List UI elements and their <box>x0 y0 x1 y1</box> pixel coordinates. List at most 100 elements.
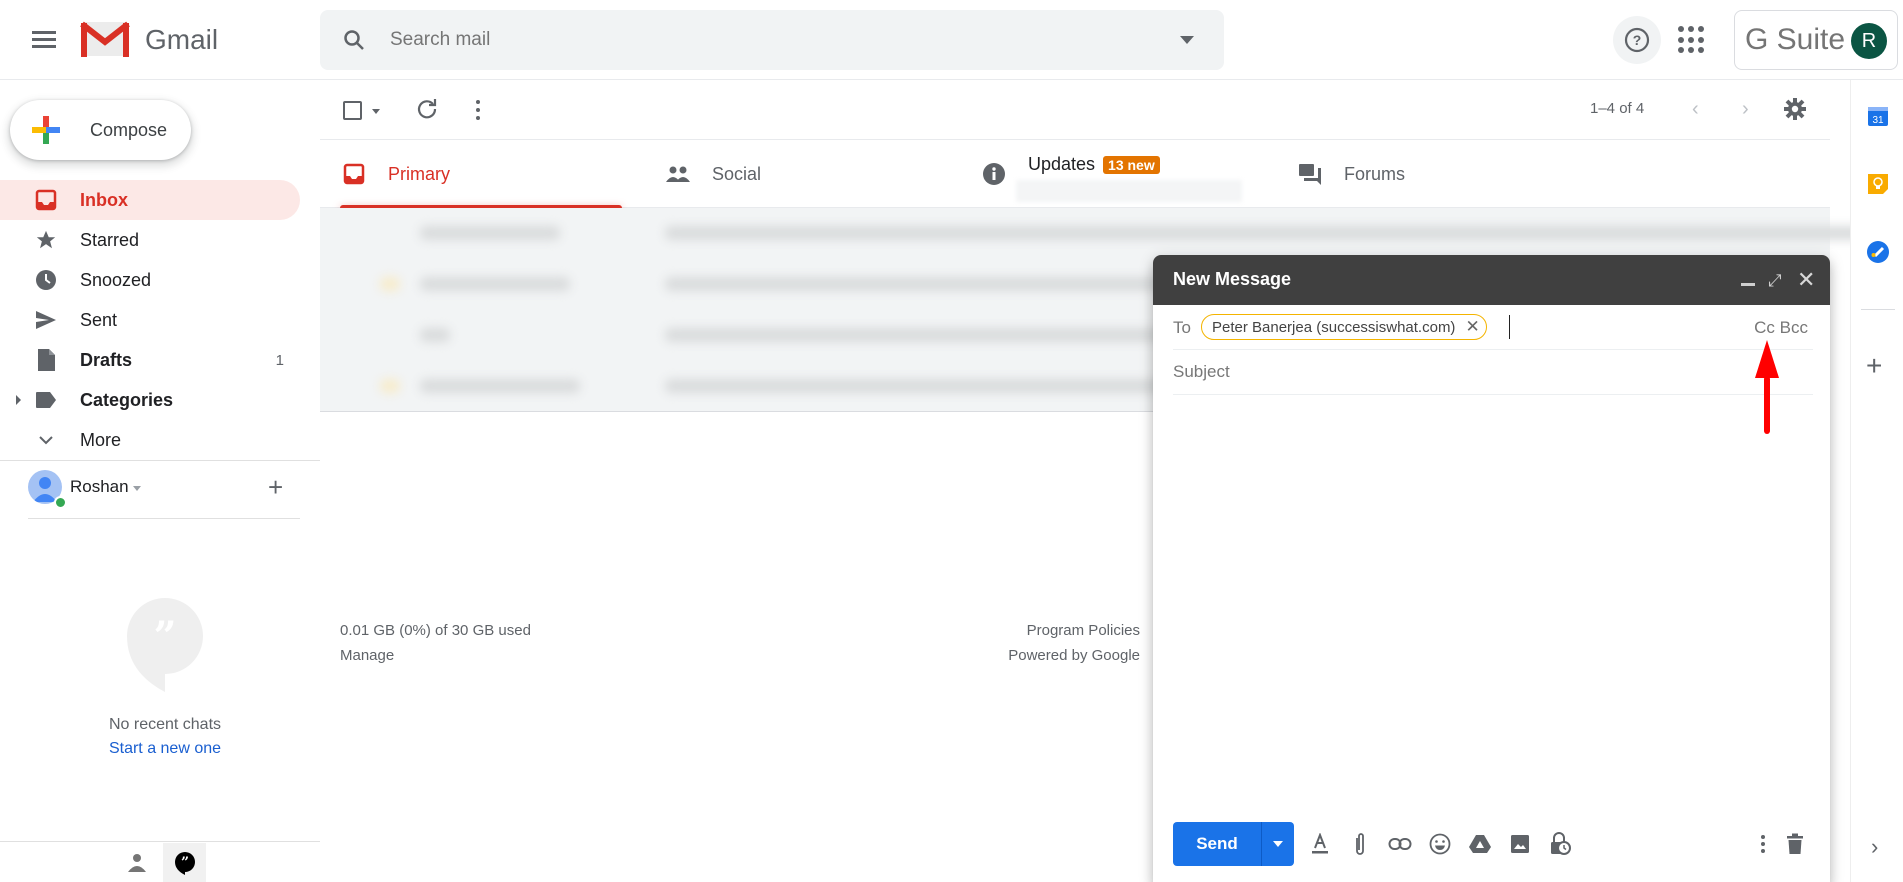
side-panel-rail: 31 + › <box>1850 80 1903 882</box>
send-button-group[interactable]: Send <box>1173 822 1294 866</box>
search-icon[interactable] <box>342 28 366 57</box>
inbox-icon <box>342 162 366 186</box>
remove-recipient-icon[interactable]: ✕ <box>1465 317 1479 337</box>
divider <box>1861 309 1895 310</box>
compose-header[interactable]: New Message ⤢ ✕ <box>1153 255 1830 305</box>
sidebar-item-sent[interactable]: Sent <box>0 300 300 340</box>
tab-forums[interactable]: Forums <box>1286 140 1578 208</box>
clock-icon <box>34 268 58 292</box>
app-name: Gmail <box>145 24 219 55</box>
user-status-caret-icon[interactable] <box>133 486 141 491</box>
gsuite-account-button[interactable]: G Suite R <box>1734 10 1898 70</box>
show-side-panel-chevron-icon[interactable]: › <box>1871 834 1878 860</box>
formatting-options-icon[interactable] <box>1308 832 1332 856</box>
svg-text:”: ” <box>180 855 188 871</box>
footer-links: Program Policies Powered by Google <box>960 618 1140 668</box>
fullscreen-icon[interactable]: ⤢ <box>1768 271 1782 291</box>
apps-grid-icon[interactable] <box>1678 26 1706 54</box>
sidebar-item-label: Snoozed <box>80 269 152 290</box>
select-dropdown-icon[interactable] <box>372 109 380 114</box>
cc-link[interactable]: Cc <box>1754 318 1775 337</box>
sidebar-item-starred[interactable]: Starred <box>0 220 300 260</box>
program-policies-link[interactable]: Program Policies <box>960 618 1140 643</box>
search-input[interactable] <box>390 24 1150 56</box>
svg-text:31: 31 <box>1872 115 1884 126</box>
subject-input[interactable] <box>1173 350 1813 394</box>
more-options-icon[interactable] <box>1751 832 1775 856</box>
inbox-icon <box>34 188 58 212</box>
confidential-mode-icon[interactable] <box>1548 832 1572 856</box>
people-icon <box>666 162 690 186</box>
tab-primary[interactable]: Primary <box>330 140 622 208</box>
attach-file-icon[interactable] <box>1348 832 1372 856</box>
next-page-icon[interactable]: › <box>1742 98 1749 121</box>
svg-text:”: ” <box>153 613 176 660</box>
info-icon <box>982 162 1006 186</box>
previous-page-icon[interactable]: ‹ <box>1692 98 1699 121</box>
sidebar-item-drafts[interactable]: Drafts 1 <box>0 340 300 380</box>
sidebar-nav: Inbox Starred Snoozed Sent Drafts 1 Cate… <box>0 180 300 460</box>
refresh-icon[interactable] <box>416 98 438 125</box>
cc-bcc-links: Cc Bcc <box>1754 318 1808 338</box>
insert-photo-icon[interactable] <box>1508 832 1532 856</box>
settings-gear-icon[interactable] <box>1783 97 1807 126</box>
tab-label: Updates 13 new <box>1028 154 1160 175</box>
sidebar-item-categories[interactable]: Categories <box>0 380 300 420</box>
gmail-logo-icon[interactable] <box>80 20 130 58</box>
to-field[interactable]: To Peter Banerjea (successiswhat.com) ✕ … <box>1173 305 1813 350</box>
send-button[interactable]: Send <box>1173 822 1261 866</box>
draft-icon <box>34 348 58 372</box>
search-bar[interactable] <box>320 10 1224 70</box>
sidebar-item-more[interactable]: More <box>0 420 300 460</box>
start-new-chat-link[interactable]: Start a new one <box>0 740 330 758</box>
recipient-chip[interactable]: Peter Banerjea (successiswhat.com) ✕ <box>1201 314 1487 340</box>
bcc-link[interactable]: Bcc <box>1780 318 1808 337</box>
tab-label: Social <box>712 163 762 184</box>
svg-text:?: ? <box>1633 32 1642 48</box>
sidebar-item-label: Starred <box>80 229 140 250</box>
close-icon[interactable]: ✕ <box>1797 267 1815 293</box>
google-drive-icon[interactable] <box>1468 832 1492 856</box>
sidebar-item-label: More <box>80 429 122 450</box>
compose-label: Compose <box>90 119 168 140</box>
discard-draft-trash-icon[interactable] <box>1783 832 1807 856</box>
email-row[interactable] <box>320 208 1903 259</box>
more-options-icon[interactable] <box>476 100 480 124</box>
main-menu-button[interactable] <box>28 28 60 52</box>
tab-social[interactable]: Social <box>654 140 946 208</box>
to-label: To <box>1173 318 1191 337</box>
gsuite-label: G Suite <box>1745 23 1846 56</box>
insert-link-icon[interactable] <box>1388 832 1412 856</box>
help-button[interactable]: ? <box>1613 16 1661 64</box>
tasks-icon[interactable] <box>1866 240 1890 264</box>
hangouts-quote-icon: ” <box>127 598 203 692</box>
send-icon <box>34 308 58 332</box>
get-addons-plus-icon[interactable]: + <box>1866 352 1882 380</box>
send-options-dropdown-icon[interactable] <box>1261 822 1294 866</box>
top-header: Gmail ? G Suite R <box>0 0 1903 80</box>
hangouts-user-row[interactable]: Roshan + <box>28 470 300 510</box>
add-contact-plus-icon[interactable]: + <box>268 474 283 500</box>
subject-field[interactable] <box>1173 350 1813 395</box>
tab-label: Forums <box>1344 163 1406 184</box>
account-avatar[interactable]: R <box>1851 23 1887 59</box>
keep-icon[interactable] <box>1866 172 1890 196</box>
updates-preview-blurred <box>1016 180 1242 202</box>
sidebar-item-snoozed[interactable]: Snoozed <box>0 260 300 300</box>
sidebar-item-inbox[interactable]: Inbox <box>0 180 300 220</box>
sidebar-item-label: Drafts <box>80 349 133 370</box>
storage-info: 0.01 GB (0%) of 30 GB used Manage <box>340 618 531 668</box>
select-all-checkbox[interactable] <box>343 101 362 120</box>
minimize-icon[interactable] <box>1741 283 1755 286</box>
message-body[interactable] <box>1173 405 1813 825</box>
user-name[interactable]: Roshan <box>70 477 129 497</box>
divider <box>0 460 320 461</box>
insert-emoji-icon[interactable] <box>1428 832 1452 856</box>
manage-storage-link[interactable]: Manage <box>340 643 531 668</box>
compose-button[interactable]: Compose <box>10 100 191 160</box>
hangouts-tab-button[interactable]: ” <box>163 843 206 882</box>
calendar-icon[interactable]: 31 <box>1866 104 1890 128</box>
expand-caret-icon[interactable] <box>16 395 21 405</box>
contacts-person-icon[interactable] <box>126 852 148 874</box>
search-options-dropdown-icon[interactable] <box>1180 36 1194 44</box>
